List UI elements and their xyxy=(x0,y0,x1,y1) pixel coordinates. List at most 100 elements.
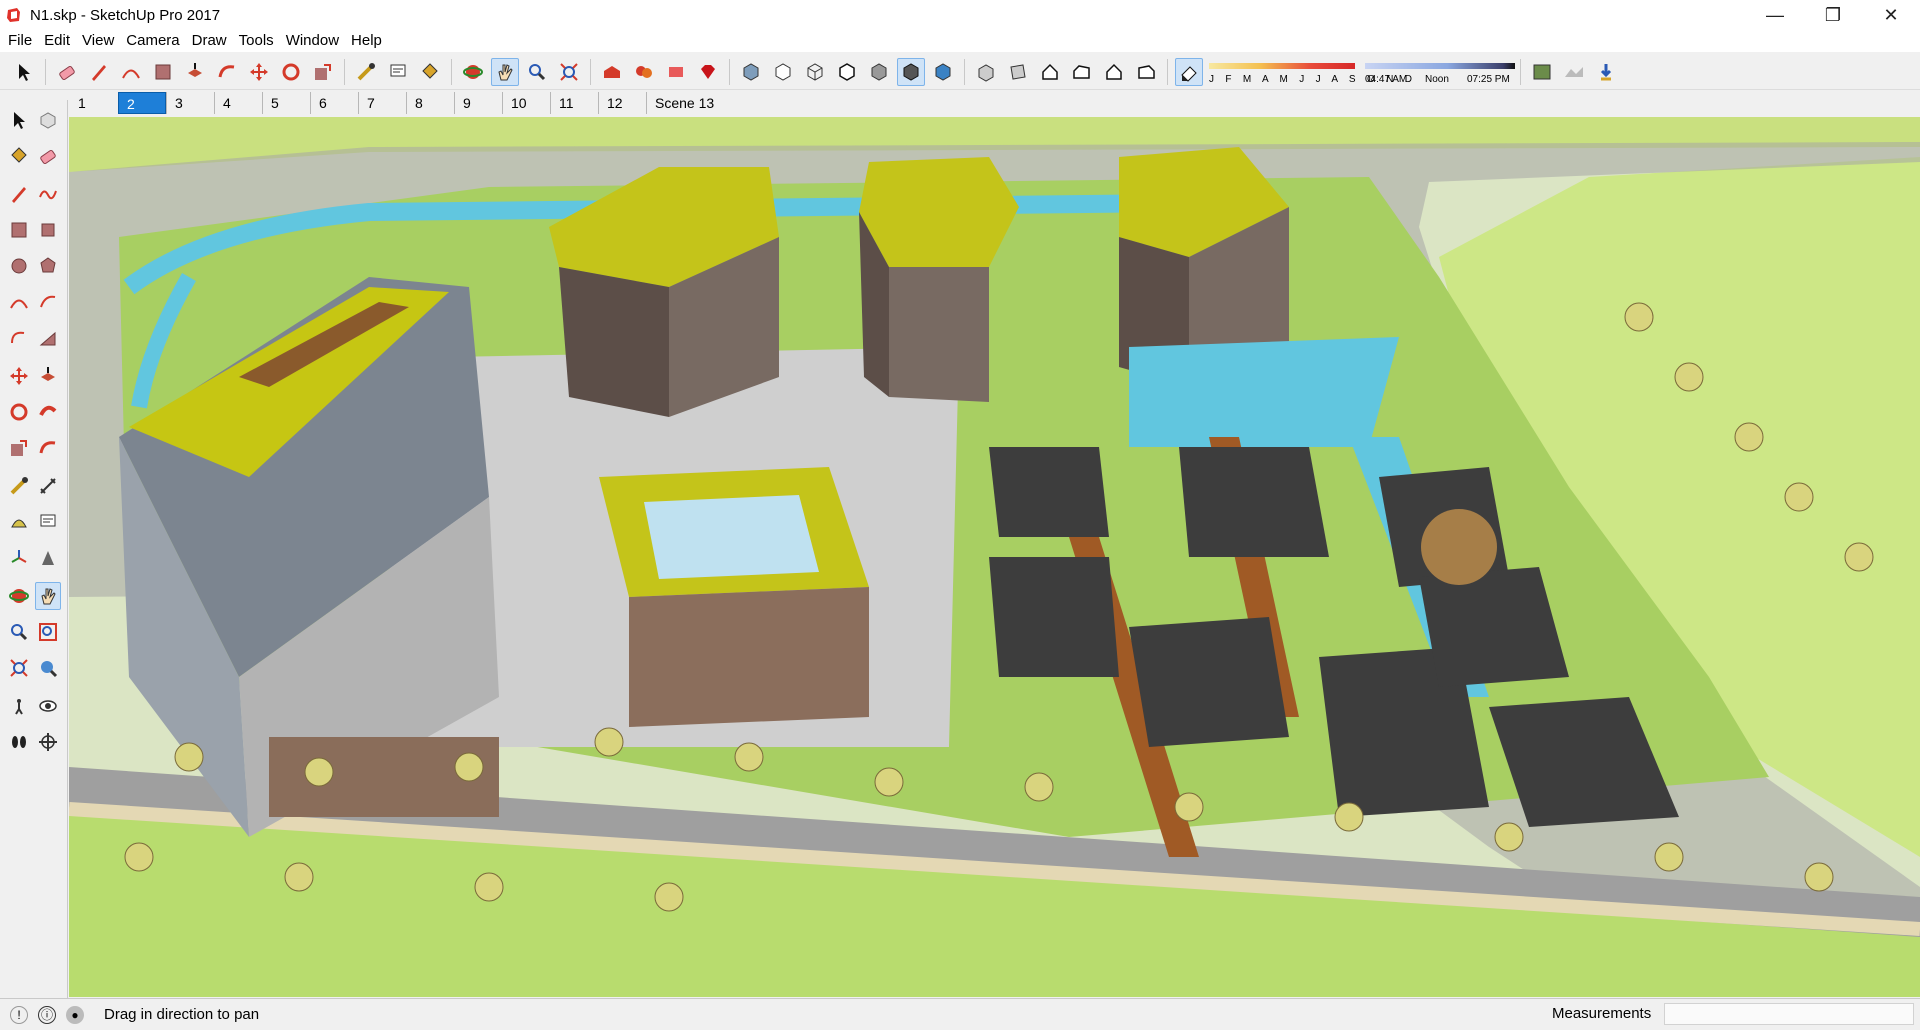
axes-tool[interactable] xyxy=(6,544,32,572)
eraser-tool[interactable] xyxy=(36,142,62,170)
right-view-button[interactable] xyxy=(1068,58,1096,86)
menu-camera[interactable]: Camera xyxy=(120,30,185,52)
rotate-tool[interactable] xyxy=(6,398,32,426)
text-tool[interactable] xyxy=(36,508,62,536)
scene-tab-11[interactable]: 11 xyxy=(550,92,598,114)
top-view-button[interactable] xyxy=(1004,58,1032,86)
push-pull-tool[interactable] xyxy=(36,362,62,390)
scene-tab-7[interactable]: 7 xyxy=(358,92,406,114)
previous-view-tool[interactable] xyxy=(36,654,62,682)
menu-edit[interactable]: Edit xyxy=(38,30,76,52)
scene-tab-3[interactable]: 3 xyxy=(166,92,214,114)
wireframe-button[interactable] xyxy=(801,58,829,86)
shadows-toggle-button[interactable] xyxy=(1175,57,1203,86)
menu-help[interactable]: Help xyxy=(345,30,388,52)
rectangle-tool-button[interactable] xyxy=(149,58,177,86)
offset-button[interactable] xyxy=(213,58,241,86)
offset-tool[interactable] xyxy=(36,434,62,462)
orbit-tool[interactable] xyxy=(6,582,31,610)
scene-tab-10[interactable]: 10 xyxy=(502,92,550,114)
back-view-button[interactable] xyxy=(1100,58,1128,86)
tape-measure-tool[interactable] xyxy=(6,472,32,500)
arc-tool-button[interactable] xyxy=(117,58,145,86)
photo-textures-button[interactable] xyxy=(1592,58,1620,86)
paint-bucket-tool[interactable] xyxy=(6,142,32,170)
credits-icon[interactable]: ⓘ xyxy=(38,1005,56,1024)
user-account-icon[interactable]: ● xyxy=(66,1005,84,1024)
front-view-button[interactable] xyxy=(1036,58,1064,86)
scene-tab-2[interactable]: 2 xyxy=(118,92,166,114)
monochrome-button[interactable] xyxy=(929,58,957,86)
arc-tool[interactable] xyxy=(6,288,32,316)
menu-file[interactable]: File xyxy=(2,30,38,52)
rectangle-tool[interactable] xyxy=(6,216,32,244)
zoom-window-tool[interactable] xyxy=(36,618,62,646)
menu-window[interactable]: Window xyxy=(280,30,345,52)
freehand-tool[interactable] xyxy=(36,180,62,208)
zoom-extents-button[interactable] xyxy=(555,58,583,86)
zoom-extents-tool[interactable] xyxy=(6,654,32,682)
scene-tab-4[interactable]: 4 xyxy=(214,92,262,114)
two-point-arc-tool[interactable] xyxy=(36,288,62,316)
push-pull-button[interactable] xyxy=(181,58,209,86)
extension-warehouse-button[interactable] xyxy=(694,58,722,86)
shaded-textures-button[interactable] xyxy=(897,57,925,86)
scene-tab-5[interactable]: 5 xyxy=(262,92,310,114)
scene-tab-6[interactable]: 6 xyxy=(310,92,358,114)
measurements-input[interactable] xyxy=(1664,1003,1914,1025)
polygon-tool[interactable] xyxy=(36,252,62,280)
rotate-tool-button[interactable] xyxy=(277,58,305,86)
follow-me-tool[interactable] xyxy=(36,398,62,426)
eraser-button[interactable] xyxy=(53,58,81,86)
model-viewport[interactable] xyxy=(69,117,1920,997)
move-tool[interactable] xyxy=(6,362,32,390)
back-edges-button[interactable] xyxy=(769,58,797,86)
3d-text-tool[interactable] xyxy=(36,544,62,572)
scene-tab-13[interactable]: Scene 13 xyxy=(646,92,722,114)
three-point-arc-tool[interactable] xyxy=(6,324,32,352)
paint-bucket-button[interactable] xyxy=(416,58,444,86)
geo-location-icon[interactable]: ! xyxy=(10,1005,28,1024)
zoom-button[interactable] xyxy=(523,58,551,86)
select-tool[interactable] xyxy=(6,106,32,134)
pie-tool[interactable] xyxy=(36,324,62,352)
circle-tool[interactable] xyxy=(6,252,32,280)
add-location-button[interactable] xyxy=(1528,58,1556,86)
components-button[interactable] xyxy=(630,58,658,86)
line-tool-button[interactable] xyxy=(85,58,113,86)
position-camera-tool[interactable] xyxy=(6,692,32,720)
left-view-button[interactable] xyxy=(1132,58,1160,86)
section-plane-tool[interactable] xyxy=(36,728,62,756)
text-tool-button[interactable] xyxy=(384,58,412,86)
hidden-line-button[interactable] xyxy=(833,58,861,86)
look-around-tool[interactable] xyxy=(36,692,62,720)
make-component-tool[interactable] xyxy=(36,106,62,134)
scale-tool-button[interactable] xyxy=(309,58,337,86)
move-tool-button[interactable] xyxy=(245,58,273,86)
close-button[interactable]: ✕ xyxy=(1862,0,1920,30)
time-slider[interactable]: 04:47 AM Noon 07:25 PM xyxy=(1365,57,1515,87)
xray-style-button[interactable] xyxy=(737,58,765,86)
select-tool-button[interactable] xyxy=(10,58,38,86)
month-slider[interactable]: J F M A M J J A S O N D xyxy=(1209,57,1412,87)
menu-tools[interactable]: Tools xyxy=(233,30,280,52)
minimize-button[interactable]: — xyxy=(1746,0,1804,30)
pan-button[interactable] xyxy=(491,57,519,86)
dimension-tool[interactable] xyxy=(36,472,62,500)
zoom-tool[interactable] xyxy=(6,618,32,646)
iso-view-button[interactable] xyxy=(972,58,1000,86)
scene-tab-9[interactable]: 9 xyxy=(454,92,502,114)
shaded-button[interactable] xyxy=(865,58,893,86)
warehouse-button[interactable] xyxy=(598,58,626,86)
scale-tool[interactable] xyxy=(6,434,32,462)
share-model-button[interactable] xyxy=(662,58,690,86)
tape-measure-button[interactable] xyxy=(352,58,380,86)
scene-tab-8[interactable]: 8 xyxy=(406,92,454,114)
walk-tool[interactable] xyxy=(6,728,32,756)
menu-view[interactable]: View xyxy=(76,30,120,52)
scene-tab-12[interactable]: 12 xyxy=(598,92,646,114)
orbit-button[interactable] xyxy=(459,58,487,86)
scene-tab-1[interactable]: 1 xyxy=(70,92,118,114)
rotated-rectangle-tool[interactable] xyxy=(36,216,62,244)
toggle-terrain-button[interactable] xyxy=(1560,58,1588,86)
